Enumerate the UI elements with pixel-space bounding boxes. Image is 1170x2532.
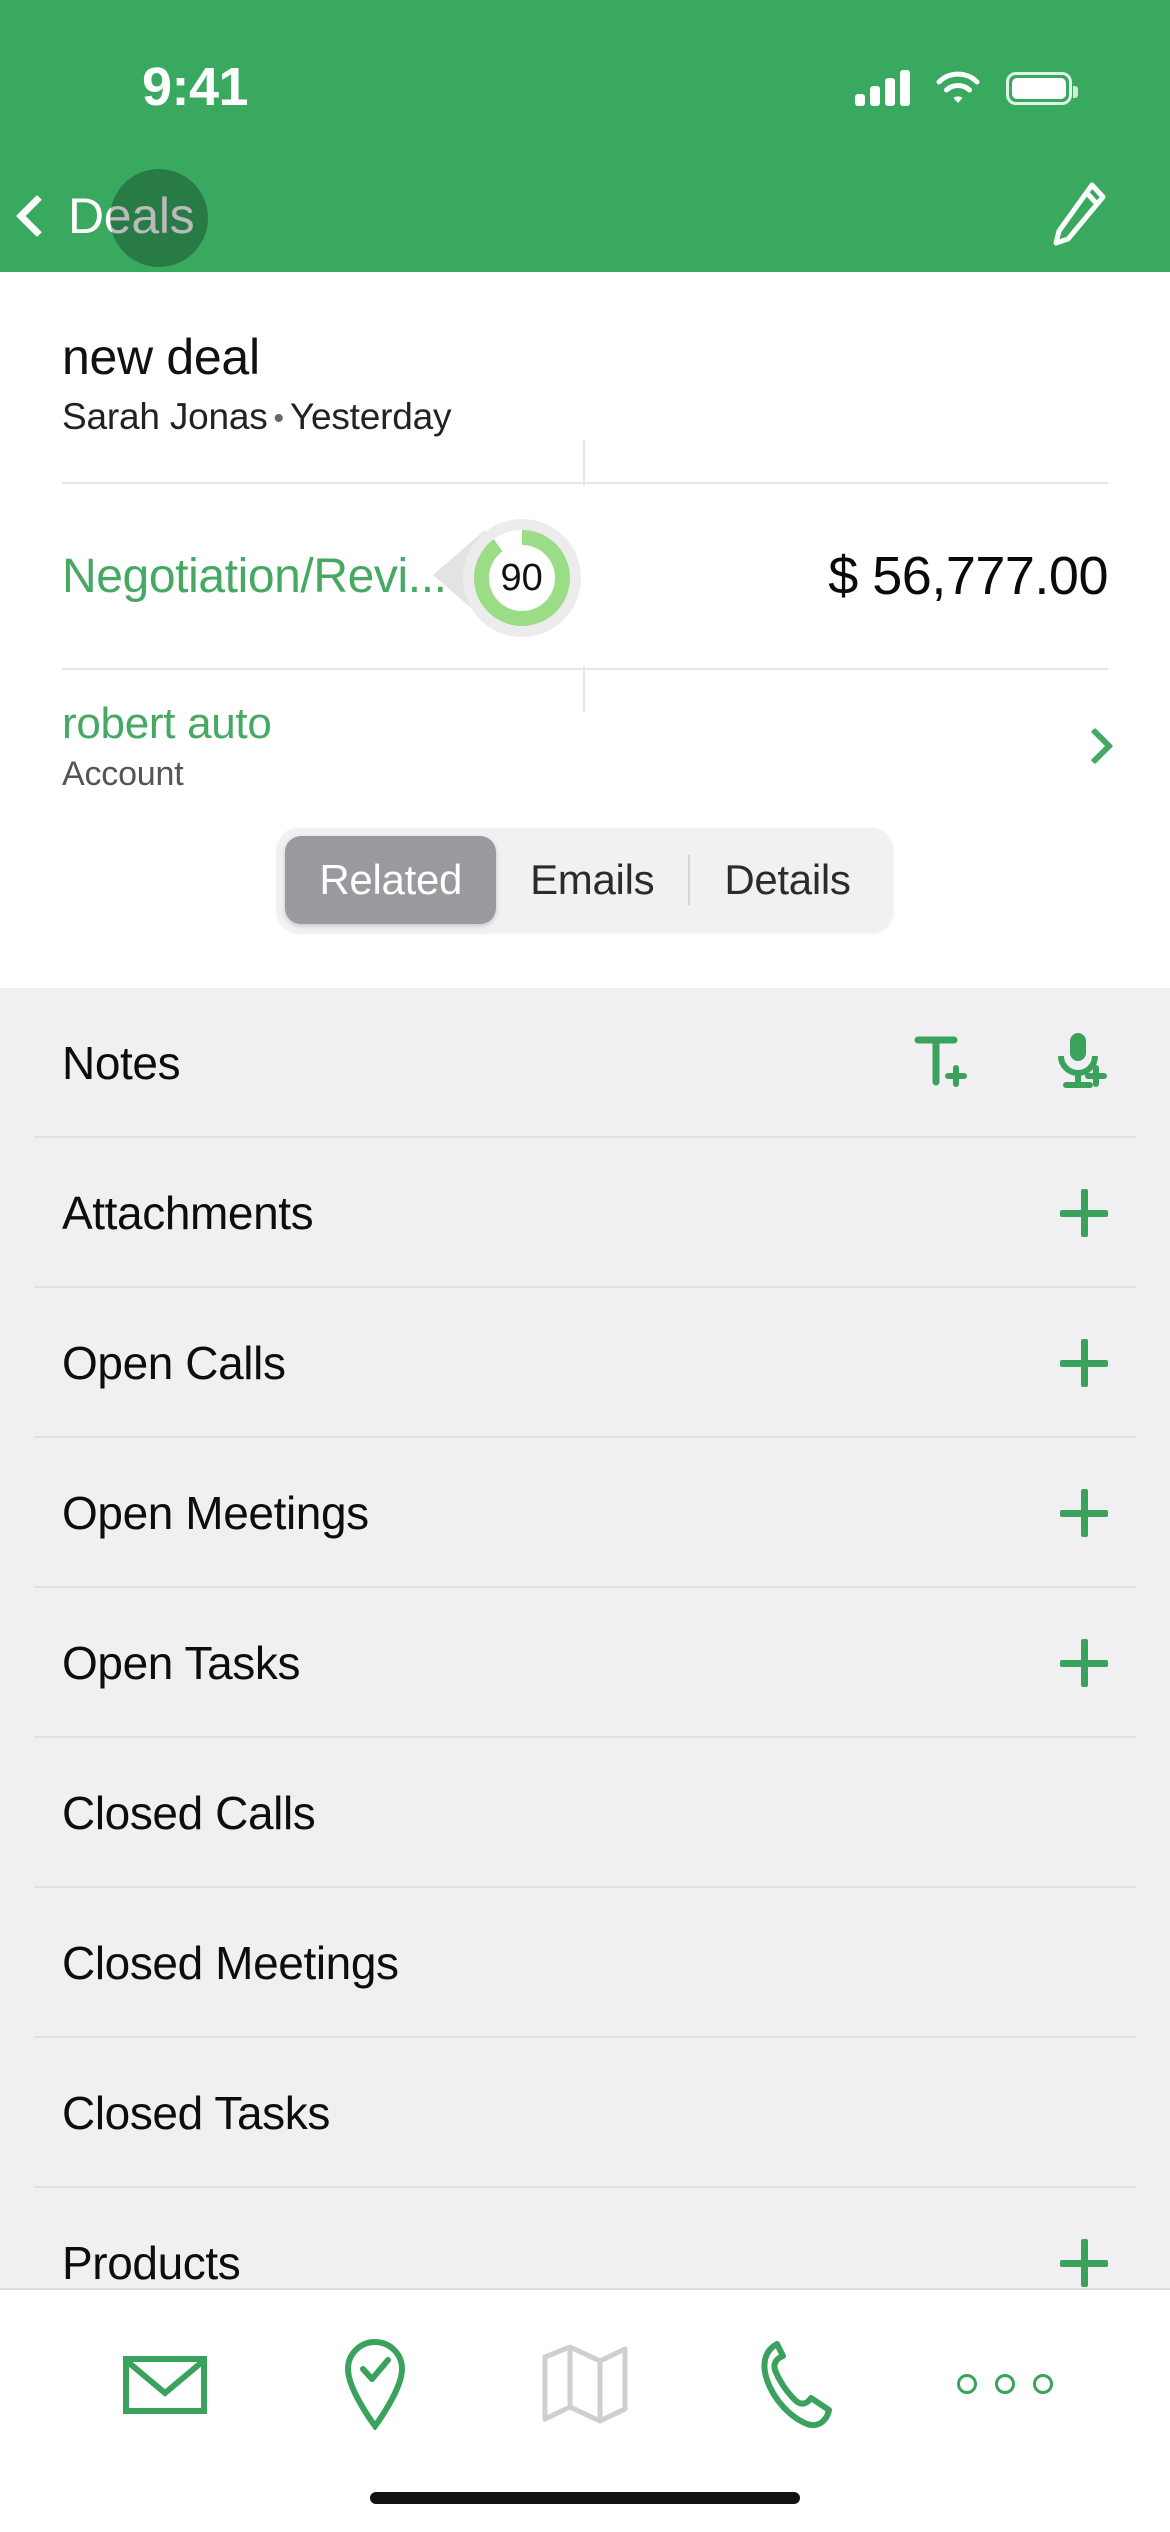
- row-actions: [1060, 1189, 1108, 1237]
- list-item-notes[interactable]: Notes: [0, 988, 1170, 1138]
- list-item-closed-tasks[interactable]: Closed Tasks: [0, 2038, 1170, 2188]
- list-item-label: Attachments: [62, 1187, 314, 1239]
- list-item-label: Closed Calls: [62, 1787, 316, 1839]
- account-row[interactable]: robert auto Account: [0, 670, 1170, 822]
- email-envelope-icon: [123, 2356, 207, 2414]
- phone-call-icon: [761, 2341, 832, 2428]
- battery-icon: [1006, 71, 1078, 105]
- status-bar: 9:41: [0, 0, 1170, 160]
- gauge-arc: 90: [473, 530, 570, 626]
- call-button[interactable]: [735, 2336, 855, 2432]
- deal-subtitle: Sarah Jonas • Yesterday: [62, 396, 1170, 438]
- segmented-control: Related Emails Details: [277, 828, 893, 932]
- list-item-label: Closed Meetings: [62, 1937, 399, 1989]
- check-in-pin-icon: [344, 2339, 406, 2430]
- deal-stage-name[interactable]: Negotiation/Revi...: [62, 549, 447, 604]
- chevron-right-icon[interactable]: [1076, 727, 1114, 765]
- cellular-signal-icon: [855, 70, 910, 106]
- subtitle-separator: •: [273, 402, 285, 436]
- probability-value: 90: [488, 545, 555, 611]
- probability-gauge[interactable]: 90: [432, 516, 591, 637]
- plus-icon[interactable]: [1060, 1339, 1108, 1387]
- plus-icon[interactable]: [1060, 2239, 1108, 2287]
- account-label: Account: [62, 754, 184, 793]
- related-list[interactable]: Notes Attachments Open Calls Open Meetin…: [0, 988, 1170, 2288]
- deal-amount: $ 56,777.00: [828, 546, 1108, 606]
- list-item-label: Closed Tasks: [62, 2087, 330, 2139]
- home-indicator: [370, 2492, 800, 2504]
- list-item-open-meetings[interactable]: Open Meetings: [0, 1438, 1170, 1588]
- add-text-note-icon[interactable]: [914, 1032, 968, 1095]
- phone-screen: 9:41 Deals new deal Sarah Jonas • Yester…: [0, 0, 1170, 2532]
- plus-icon[interactable]: [1060, 1639, 1108, 1687]
- list-item-products[interactable]: Products: [0, 2188, 1170, 2288]
- wifi-icon: [936, 71, 980, 105]
- gauge-ring: 90: [462, 519, 581, 637]
- list-item-closed-meetings[interactable]: Closed Meetings: [0, 1888, 1170, 2038]
- more-options-button[interactable]: [945, 2336, 1065, 2432]
- list-item-attachments[interactable]: Attachments: [0, 1138, 1170, 1288]
- more-options-icon: [957, 2374, 1053, 2394]
- navigation-bar: Deals: [0, 160, 1170, 272]
- list-item-label: Open Tasks: [62, 1637, 301, 1689]
- deal-modified-time: Yesterday: [289, 396, 452, 437]
- email-button[interactable]: [105, 2336, 225, 2432]
- chevron-left-icon: [15, 194, 59, 238]
- deal-owner: Sarah Jonas: [62, 396, 268, 437]
- back-button[interactable]: Deals: [15, 169, 208, 267]
- stage-vertical-divider-top: [583, 440, 585, 486]
- pencil-edit-icon: [1053, 182, 1106, 245]
- row-actions: [1060, 2239, 1108, 2287]
- plus-icon[interactable]: [1060, 1489, 1108, 1537]
- list-item-label: Notes: [62, 1037, 181, 1089]
- touch-indicator: [110, 169, 208, 267]
- list-item-open-tasks[interactable]: Open Tasks: [0, 1588, 1170, 1738]
- add-voice-note-icon[interactable]: [1050, 1030, 1108, 1097]
- map-icon: [542, 2344, 628, 2424]
- tab-bar: Related Emails Details: [0, 822, 1170, 966]
- list-item-open-calls[interactable]: Open Calls: [0, 1288, 1170, 1438]
- map-button: [525, 2336, 645, 2432]
- tab-related[interactable]: Related: [285, 836, 497, 924]
- list-item-closed-calls[interactable]: Closed Calls: [0, 1738, 1170, 1888]
- list-item-label: Open Calls: [62, 1337, 286, 1389]
- row-actions: [914, 1030, 1108, 1097]
- list-item-label: Products: [62, 2237, 241, 2288]
- row-actions: [1060, 1339, 1108, 1387]
- deal-title: new deal: [62, 329, 260, 385]
- deal-stage-row[interactable]: Negotiation/Revi... 90 $ 56,777.00: [0, 440, 1170, 712]
- tab-details[interactable]: Details: [690, 836, 884, 924]
- list-item-label: Open Meetings: [62, 1487, 369, 1539]
- check-in-button[interactable]: [315, 2336, 435, 2432]
- plus-icon[interactable]: [1060, 1189, 1108, 1237]
- row-actions: [1060, 1489, 1108, 1537]
- deal-header-card: new deal Sarah Jonas • Yesterday Negotiati…: [0, 272, 1170, 966]
- edit-button[interactable]: [1046, 181, 1108, 252]
- account-name[interactable]: robert auto: [62, 699, 272, 749]
- status-bar-time: 9:41: [142, 57, 249, 117]
- status-bar-icons: [855, 70, 1078, 106]
- tab-emails[interactable]: Emails: [496, 836, 688, 924]
- row-actions: [1060, 1639, 1108, 1687]
